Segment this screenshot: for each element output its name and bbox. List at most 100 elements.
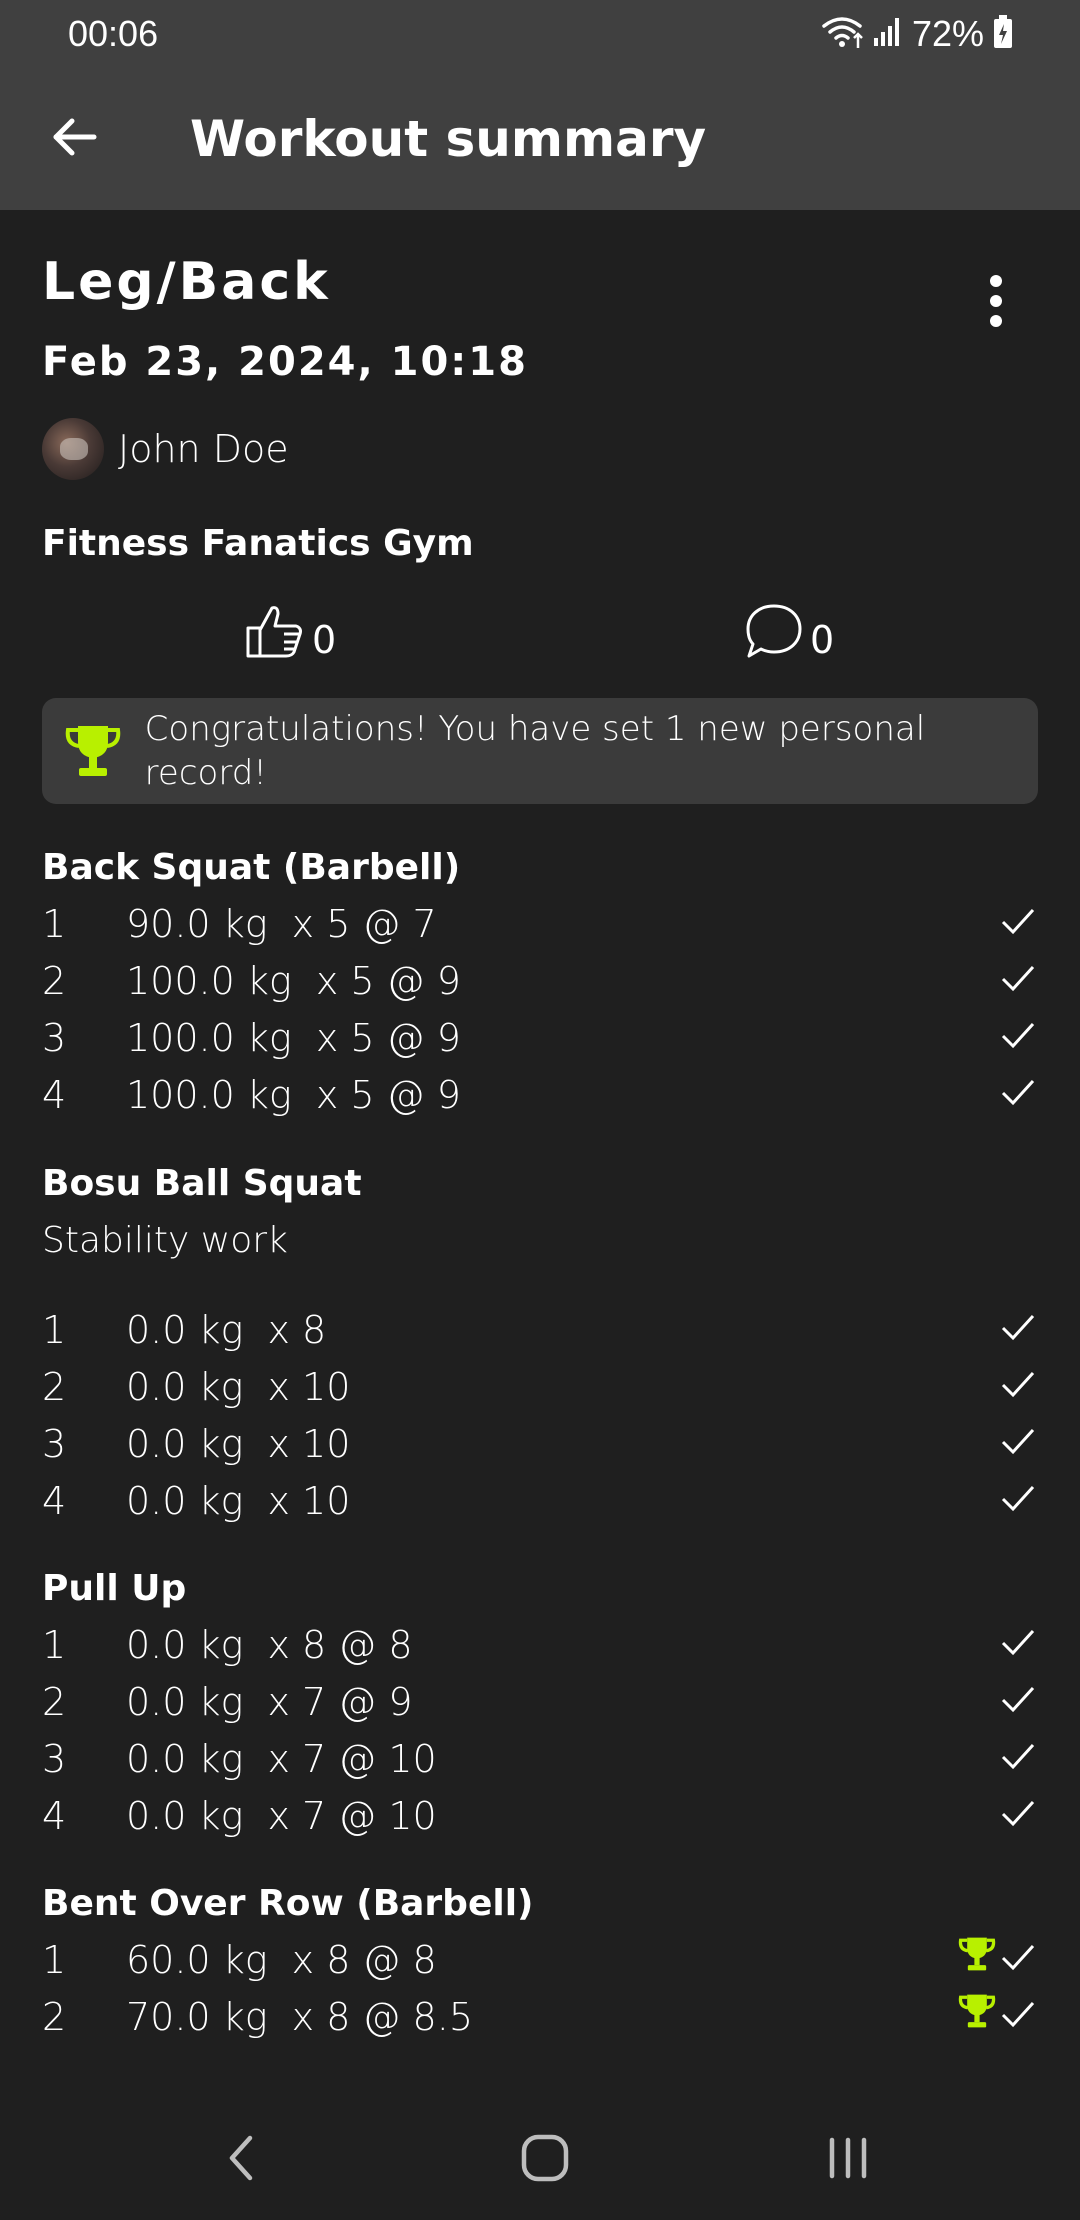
set-row: 1 0.0 kg x 8 @ 8 <box>0 1617 1080 1674</box>
set-number: 4 <box>42 1794 67 1838</box>
like-count: 0 <box>312 617 337 662</box>
set-detail: 0.0 kg x 10 <box>126 1479 351 1523</box>
set-status <box>1000 904 1036 944</box>
exercise-title: Pull Up <box>42 1568 187 1609</box>
set-detail: 0.0 kg x 7 @ 9 <box>126 1680 413 1724</box>
page-title: Workout summary <box>190 110 707 168</box>
check-icon <box>1000 896 1036 953</box>
set-detail: 100.0 kg x 5 @ 9 <box>126 1016 461 1060</box>
set-status <box>1000 1018 1036 1058</box>
set-row: 4 100.0 kg x 5 @ 9 <box>0 1067 1080 1124</box>
check-icon <box>1000 1731 1036 1788</box>
back-button[interactable] <box>36 106 112 172</box>
set-status <box>1000 1481 1036 1521</box>
nav-home-button[interactable] <box>505 2130 585 2190</box>
nav-recents-icon <box>822 2132 874 2188</box>
wifi-icon <box>820 14 864 54</box>
check-icon <box>1000 1932 1036 1989</box>
exercise-note: Stability work <box>42 1220 288 1261</box>
check-icon <box>1000 1674 1036 1731</box>
set-row: 2 0.0 kg x 10 <box>0 1359 1080 1416</box>
set-number: 1 <box>42 1623 67 1667</box>
set-row: 1 60.0 kg x 8 @ 8 <box>0 1932 1080 1989</box>
status-time: 00:06 <box>68 13 159 54</box>
set-row: 4 0.0 kg x 7 @ 10 <box>0 1788 1080 1845</box>
comment-button[interactable]: 0 <box>744 602 834 677</box>
personal-record-banner: Congratulations! You have set 1 new pers… <box>42 698 1038 804</box>
set-number: 3 <box>42 1016 67 1060</box>
set-detail: 90.0 kg x 5 @ 7 <box>126 902 437 946</box>
trophy-icon <box>958 1989 996 2046</box>
check-icon <box>1000 1473 1036 1530</box>
nav-back-button[interactable] <box>202 2130 282 2190</box>
set-status <box>958 1994 1036 2037</box>
signal-icon <box>872 14 904 54</box>
back-arrow-icon <box>50 117 98 161</box>
set-number: 2 <box>42 1365 67 1409</box>
more-dot-icon <box>990 295 1002 307</box>
set-number: 1 <box>42 1938 67 1982</box>
comment-count: 0 <box>810 617 835 662</box>
avatar[interactable] <box>42 418 104 480</box>
set-status <box>1000 1796 1036 1836</box>
set-number: 2 <box>42 959 67 1003</box>
set-status <box>958 1937 1036 1980</box>
check-icon <box>1000 1788 1036 1845</box>
set-number: 3 <box>42 1737 67 1781</box>
set-row: 1 90.0 kg x 5 @ 7 <box>0 896 1080 953</box>
set-status <box>1000 1310 1036 1350</box>
check-icon <box>1000 1416 1036 1473</box>
check-icon <box>1000 953 1036 1010</box>
check-icon <box>1000 1989 1036 2046</box>
status-icons: 72% <box>820 8 1014 60</box>
exercise-title: Bosu Ball Squat <box>42 1163 362 1204</box>
trophy-icon <box>958 1932 996 1989</box>
set-number: 4 <box>42 1479 67 1523</box>
set-detail: 70.0 kg x 8 @ 8.5 <box>126 1995 473 2039</box>
set-status <box>1000 1625 1036 1665</box>
nav-home-icon <box>519 2132 571 2188</box>
set-status <box>1000 1682 1036 1722</box>
set-number: 3 <box>42 1422 67 1466</box>
user-name[interactable]: John Doe <box>118 424 289 474</box>
set-detail: 0.0 kg x 7 @ 10 <box>126 1794 437 1838</box>
system-nav-bar <box>0 2100 1080 2220</box>
more-dot-icon <box>990 275 1002 287</box>
set-status <box>1000 1739 1036 1779</box>
workout-date: Feb 23, 2024, 10:18 <box>42 339 528 385</box>
status-bar: 00:06 72% <box>0 0 1080 68</box>
battery-charging-icon <box>992 14 1014 54</box>
set-row: 4 0.0 kg x 10 <box>0 1473 1080 1530</box>
set-number: 1 <box>42 902 67 946</box>
set-row: 2 100.0 kg x 5 @ 9 <box>0 953 1080 1010</box>
trophy-icon <box>64 721 123 781</box>
set-status <box>1000 961 1036 1001</box>
set-number: 4 <box>42 1073 67 1117</box>
nav-recents-button[interactable] <box>808 2130 888 2190</box>
user-row[interactable]: John Doe <box>42 418 289 480</box>
set-detail: 0.0 kg x 8 @ 8 <box>126 1623 413 1667</box>
set-number: 2 <box>42 1995 67 2039</box>
check-icon <box>1000 1067 1036 1124</box>
set-row: 2 0.0 kg x 7 @ 9 <box>0 1674 1080 1731</box>
set-detail: 0.0 kg x 8 <box>126 1308 327 1352</box>
set-row: 3 100.0 kg x 5 @ 9 <box>0 1010 1080 1067</box>
set-detail: 100.0 kg x 5 @ 9 <box>126 959 461 1003</box>
comment-bubble-icon <box>744 602 804 677</box>
check-icon <box>1000 1359 1036 1416</box>
more-options-button[interactable] <box>970 266 1022 336</box>
set-status <box>1000 1424 1036 1464</box>
set-row: 1 0.0 kg x 8 <box>0 1302 1080 1359</box>
set-row: 3 0.0 kg x 7 @ 10 <box>0 1731 1080 1788</box>
set-status <box>1000 1075 1036 1115</box>
set-detail: 100.0 kg x 5 @ 9 <box>126 1073 461 1117</box>
set-detail: 0.0 kg x 10 <box>126 1365 351 1409</box>
exercise-title: Back Squat (Barbell) <box>42 847 461 888</box>
set-number: 1 <box>42 1308 67 1352</box>
set-row: 2 70.0 kg x 8 @ 8.5 <box>0 1989 1080 2046</box>
set-status <box>1000 1367 1036 1407</box>
battery-percent: 72% <box>911 13 984 54</box>
set-detail: 60.0 kg x 8 @ 8 <box>126 1938 437 1982</box>
thumbs-up-icon <box>244 602 306 677</box>
like-button[interactable]: 0 <box>244 602 336 677</box>
